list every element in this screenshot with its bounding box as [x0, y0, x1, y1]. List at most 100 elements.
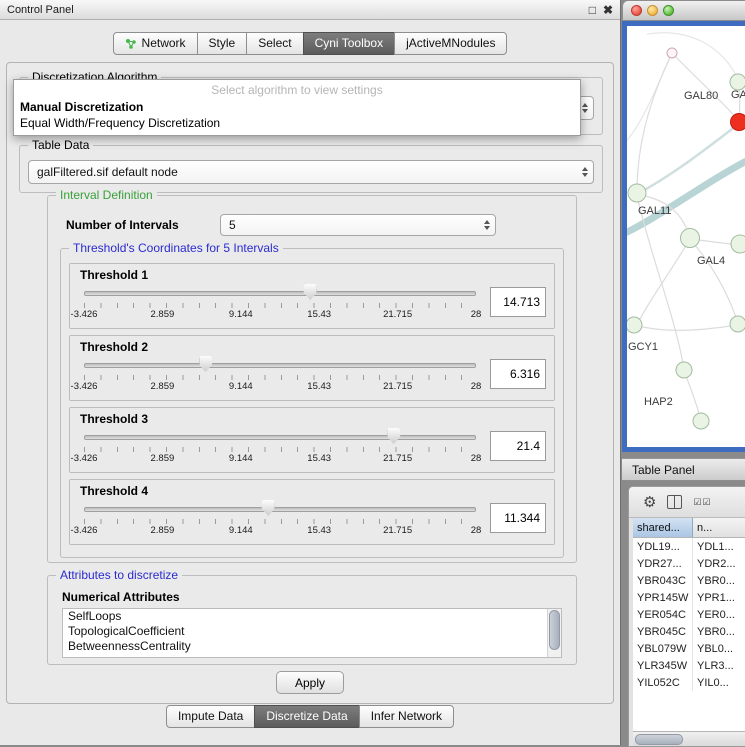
- column-header-shared[interactable]: shared...: [633, 518, 693, 537]
- cell[interactable]: YBL0...: [693, 640, 745, 657]
- cell[interactable]: YBR0...: [693, 623, 745, 640]
- slider-thumb[interactable]: [387, 428, 400, 444]
- dropdown-option-equal-width[interactable]: Equal Width/Frequency Discretization: [14, 115, 580, 131]
- numerical-attributes-list[interactable]: SelfLoops TopologicalCoefficient Between…: [62, 608, 562, 658]
- tab-jactivemnodules[interactable]: jActiveMNodules: [394, 32, 507, 55]
- table-row[interactable]: YPR145WYPR1...: [633, 589, 745, 606]
- node[interactable]: [628, 184, 646, 202]
- cell[interactable]: YDR27...: [633, 555, 693, 572]
- tab-label: Discretize Data: [266, 709, 347, 724]
- list-item[interactable]: BetweennessCentrality: [63, 639, 561, 654]
- cell[interactable]: YBR045C: [633, 623, 693, 640]
- cell[interactable]: YIL0...: [693, 674, 745, 691]
- number-of-intervals-combobox[interactable]: 5: [220, 214, 496, 236]
- threshold-2-value-field[interactable]: 6.316: [490, 359, 546, 389]
- table-header-row: shared... n...: [633, 518, 745, 538]
- cell[interactable]: YDL1...: [693, 538, 745, 555]
- minimize-traffic-light-icon[interactable]: [647, 5, 658, 16]
- tab-infer-network[interactable]: Infer Network: [359, 705, 454, 728]
- scale-label: 15.43: [307, 309, 331, 320]
- cell[interactable]: YBR0...: [693, 572, 745, 589]
- table-row[interactable]: YBL079WYBL0...: [633, 640, 745, 657]
- threshold-1-value-field[interactable]: 14.713: [490, 287, 546, 317]
- slider-thumb[interactable]: [199, 356, 212, 372]
- scale-label: 2.859: [151, 525, 175, 536]
- cell[interactable]: YPR145W: [633, 589, 693, 606]
- tab-style[interactable]: Style: [197, 32, 248, 55]
- threshold-4-value-field[interactable]: 11.344: [490, 503, 546, 533]
- node-selected-red[interactable]: [731, 114, 745, 131]
- node-label: GCY1: [628, 341, 658, 353]
- column-header-name[interactable]: n...: [693, 518, 745, 537]
- slider-thumb[interactable]: [304, 284, 317, 300]
- table-row[interactable]: YLR345WYLR3...: [633, 657, 745, 674]
- table-row[interactable]: YIL052CYIL0...: [633, 674, 745, 691]
- threshold-2-panel: Threshold 2 -3.426 2.859 9.144: [69, 335, 555, 401]
- horizontal-scrollbar[interactable]: [633, 731, 745, 746]
- threshold-2-slider[interactable]: [84, 355, 476, 373]
- tab-select[interactable]: Select: [246, 32, 303, 55]
- slider-scale: -3.426 2.859 9.144 15.43 21.715 28: [84, 381, 476, 392]
- slider-track[interactable]: [84, 435, 476, 440]
- node[interactable]: [627, 317, 642, 333]
- cell[interactable]: YER054C: [633, 606, 693, 623]
- table-row[interactable]: YDL19...YDL1...: [633, 538, 745, 555]
- tab-impute-data[interactable]: Impute Data: [166, 705, 255, 728]
- vertical-scrollbar[interactable]: [547, 609, 561, 657]
- table-panel-titlebar: Table Panel: [622, 458, 745, 481]
- cell[interactable]: YBL079W: [633, 640, 693, 657]
- tab-discretize-data[interactable]: Discretize Data: [254, 705, 359, 728]
- slider-track[interactable]: [84, 291, 476, 296]
- threshold-3-value-field[interactable]: 21.4: [490, 431, 546, 461]
- group-label: Threshold's Coordinates for 5 Intervals: [69, 241, 283, 255]
- float-window-icon[interactable]: □: [589, 4, 596, 16]
- tab-cyni-toolbox[interactable]: Cyni Toolbox: [303, 32, 395, 55]
- close-icon[interactable]: ✖: [603, 4, 613, 16]
- cell[interactable]: YPR1...: [693, 589, 745, 606]
- cell[interactable]: YDL19...: [633, 538, 693, 555]
- gear-icon[interactable]: ⚙: [643, 495, 656, 510]
- columns-icon[interactable]: [667, 495, 682, 509]
- select-columns-icon[interactable]: ☑☑: [693, 497, 711, 508]
- cell[interactable]: YDR2...: [693, 555, 745, 572]
- node[interactable]: [730, 74, 745, 90]
- slider-track[interactable]: [84, 363, 476, 368]
- slider-ticks: [84, 447, 476, 452]
- dropdown-option-manual-discretization[interactable]: Manual Discretization: [14, 99, 580, 115]
- network-graph: GAL80 GA GAL11 GAL4 GCY1 HAP2: [627, 26, 745, 446]
- cell[interactable]: YER0...: [693, 606, 745, 623]
- cell[interactable]: YLR3...: [693, 657, 745, 674]
- slider-track[interactable]: [84, 507, 476, 512]
- threshold-3-panel: Threshold 3 -3.426 2.859 9.144: [69, 407, 555, 473]
- table-toolbar: ⚙ ☑☑: [629, 487, 745, 518]
- threshold-3-slider[interactable]: [84, 427, 476, 445]
- table-row[interactable]: YER054CYER0...: [633, 606, 745, 623]
- list-item[interactable]: SelfLoops: [63, 609, 561, 624]
- node[interactable]: [667, 48, 677, 58]
- table-row[interactable]: YDR27...YDR2...: [633, 555, 745, 572]
- node[interactable]: [731, 235, 745, 253]
- threshold-4-slider[interactable]: [84, 499, 476, 517]
- table-row[interactable]: YBR045CYBR0...: [633, 623, 745, 640]
- list-item[interactable]: TopologicalCoefficient: [63, 624, 561, 639]
- cell[interactable]: YBR043C: [633, 572, 693, 589]
- tab-network[interactable]: Network: [113, 32, 198, 55]
- apply-button[interactable]: Apply: [276, 671, 344, 694]
- table-data-combobox[interactable]: galFiltered.sif default node: [28, 160, 594, 184]
- node[interactable]: [730, 316, 745, 332]
- slider-thumb[interactable]: [262, 500, 275, 516]
- zoom-traffic-light-icon[interactable]: [663, 5, 674, 16]
- close-traffic-light-icon[interactable]: [631, 5, 642, 16]
- table-row[interactable]: YBR043CYBR0...: [633, 572, 745, 589]
- node[interactable]: [676, 362, 692, 378]
- cell[interactable]: YIL052C: [633, 674, 693, 691]
- node[interactable]: [681, 229, 700, 248]
- scrollbar-thumb[interactable]: [635, 734, 683, 745]
- cell[interactable]: YLR345W: [633, 657, 693, 674]
- threshold-1-slider[interactable]: [84, 283, 476, 301]
- scale-label: 2.859: [151, 381, 175, 392]
- scrollbar-thumb[interactable]: [549, 610, 560, 650]
- network-canvas[interactable]: GAL80 GA GAL11 GAL4 GCY1 HAP2: [627, 26, 745, 447]
- node[interactable]: [693, 413, 709, 429]
- scale-label: 15.43: [307, 381, 331, 392]
